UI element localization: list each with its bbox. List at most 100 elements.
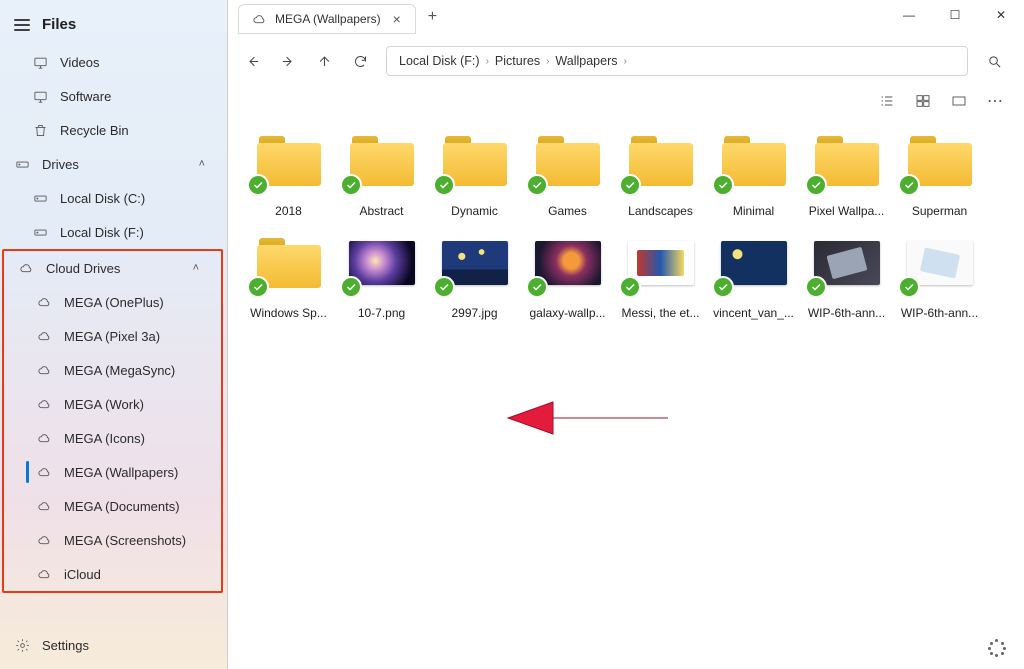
folder-item[interactable]: Abstract <box>335 126 428 222</box>
sidebar-item-label: Videos <box>60 55 100 70</box>
drive-icon <box>14 156 30 172</box>
view-list-icon[interactable] <box>878 92 896 110</box>
up-button[interactable] <box>308 45 340 77</box>
sidebar-item[interactable]: Software <box>0 79 227 113</box>
cloud-icon <box>36 430 52 446</box>
maximize-button[interactable]: ☐ <box>932 0 978 30</box>
drive-icon <box>32 190 48 206</box>
file-item[interactable]: galaxy-wallp... <box>521 228 614 324</box>
sidebar-item-label: Local Disk (F:) <box>60 225 144 240</box>
search-button[interactable] <box>976 44 1012 78</box>
item-label: WIP-6th-ann... <box>901 298 978 320</box>
sidebar-item-cloud[interactable]: MEGA (MegaSync) <box>4 353 221 387</box>
breadcrumb-part[interactable]: Local Disk (F:) <box>399 54 480 68</box>
forward-button[interactable] <box>272 45 304 77</box>
sidebar-item-label: MEGA (Wallpapers) <box>64 465 178 480</box>
folder-item[interactable]: Minimal <box>707 126 800 222</box>
item-label: galaxy-wallp... <box>529 298 605 320</box>
toolbar: Local Disk (F:)› Pictures› Wallpapers› <box>228 34 1024 88</box>
sync-check-icon <box>247 174 269 196</box>
sidebar-item-cloud[interactable]: MEGA (Wallpapers) <box>4 455 221 489</box>
sidebar-item-drive[interactable]: Local Disk (C:) <box>0 181 227 215</box>
hamburger-icon[interactable] <box>14 19 30 31</box>
folder-item[interactable]: Games <box>521 126 614 222</box>
main-area: MEGA (Wallpapers) × + — ☐ ✕ Local Disk (… <box>228 0 1024 669</box>
folder-item[interactable]: Pixel Wallpa... <box>800 126 893 222</box>
sidebar-item-cloud[interactable]: MEGA (Documents) <box>4 489 221 523</box>
view-tiles-icon[interactable] <box>950 92 968 110</box>
file-item[interactable]: WIP-6th-ann... <box>893 228 986 324</box>
cloud-label: Cloud Drives <box>46 261 120 276</box>
cloud-icon <box>18 260 34 276</box>
sidebar-group-cloud[interactable]: Cloud Drives ˄ <box>4 251 221 285</box>
sync-check-icon <box>340 276 362 298</box>
gear-icon <box>14 637 30 653</box>
sync-check-icon <box>712 174 734 196</box>
new-tab-button[interactable]: + <box>416 0 449 34</box>
sidebar-item-cloud[interactable]: MEGA (Icons) <box>4 421 221 455</box>
item-label: WIP-6th-ann... <box>808 298 885 320</box>
sidebar-item-cloud[interactable]: MEGA (Work) <box>4 387 221 421</box>
tab-close-icon[interactable]: × <box>389 11 405 27</box>
sync-check-icon <box>247 276 269 298</box>
cloud-icon <box>36 328 52 344</box>
sidebar-item-cloud[interactable]: MEGA (Pixel 3a) <box>4 319 221 353</box>
chevron-right-icon: › <box>486 56 489 67</box>
cloud-icon <box>36 396 52 412</box>
file-item[interactable]: WIP-6th-ann... <box>800 228 893 324</box>
sidebar-item-label: MEGA (OnePlus) <box>64 295 164 310</box>
sidebar-item[interactable]: Videos <box>0 45 227 79</box>
folder-item[interactable]: Windows Sp... <box>242 228 335 324</box>
back-button[interactable] <box>236 45 268 77</box>
file-grid: 2018 AbstractDynamic Games LandscapesMinima… <box>228 116 1024 669</box>
minimize-button[interactable]: — <box>886 0 932 30</box>
breadcrumb-part[interactable]: Wallpapers <box>555 54 617 68</box>
more-icon[interactable]: ⋯ <box>986 92 1004 110</box>
sidebar-settings[interactable]: Settings <box>0 623 227 669</box>
file-item[interactable]: 10-7.png <box>335 228 428 324</box>
titlebar: MEGA (Wallpapers) × + — ☐ ✕ <box>228 0 1024 34</box>
breadcrumb[interactable]: Local Disk (F:)› Pictures› Wallpapers› <box>386 46 968 76</box>
item-label: Games <box>548 196 587 218</box>
sidebar-item-label: MEGA (Icons) <box>64 431 145 446</box>
sync-check-icon <box>805 174 827 196</box>
sidebar-item-cloud[interactable]: MEGA (OnePlus) <box>4 285 221 319</box>
sidebar-header: Files <box>0 0 227 45</box>
folder-item[interactable]: 2018 <box>242 126 335 222</box>
folder-item[interactable]: Superman <box>893 126 986 222</box>
file-item[interactable]: 2997.jpg <box>428 228 521 324</box>
sidebar-item[interactable]: Recycle Bin <box>0 113 227 147</box>
sync-check-icon <box>898 174 920 196</box>
sidebar-group-drives[interactable]: Drives ˄ <box>0 147 227 181</box>
breadcrumb-part[interactable]: Pictures <box>495 54 540 68</box>
trash-icon <box>32 122 48 138</box>
sidebar-item-cloud[interactable]: MEGA (Screenshots) <box>4 523 221 557</box>
sidebar-item-label: Recycle Bin <box>60 123 129 138</box>
window-controls: — ☐ ✕ <box>886 0 1024 30</box>
sync-check-icon <box>619 276 641 298</box>
sync-check-icon <box>712 276 734 298</box>
chevron-right-icon: › <box>546 56 549 67</box>
drives-label: Drives <box>42 157 79 172</box>
tab-active[interactable]: MEGA (Wallpapers) × <box>238 4 416 34</box>
view-toolbar: ⋯ <box>228 88 1024 116</box>
cloud-icon <box>36 532 52 548</box>
sidebar-item-label: MEGA (MegaSync) <box>64 363 175 378</box>
chevron-up-icon: ˄ <box>199 158 205 170</box>
close-button[interactable]: ✕ <box>978 0 1024 30</box>
item-label: 2018 <box>275 196 302 218</box>
refresh-button[interactable] <box>344 45 376 77</box>
monitor-icon <box>32 88 48 104</box>
item-label: Superman <box>912 196 967 218</box>
item-label: Pixel Wallpa... <box>809 196 885 218</box>
sync-check-icon <box>898 276 920 298</box>
drive-icon <box>32 224 48 240</box>
file-item[interactable]: Messi, the et... <box>614 228 707 324</box>
sidebar-item-cloud[interactable]: iCloud <box>4 557 221 591</box>
sidebar: Files Videos Software Recycle Bin Drives ˄… <box>0 0 228 669</box>
folder-item[interactable]: Dynamic <box>428 126 521 222</box>
sidebar-item-drive[interactable]: Local Disk (F:) <box>0 215 227 249</box>
folder-item[interactable]: Landscapes <box>614 126 707 222</box>
file-item[interactable]: vincent_van_... <box>707 228 800 324</box>
view-detail-icon[interactable] <box>914 92 932 110</box>
